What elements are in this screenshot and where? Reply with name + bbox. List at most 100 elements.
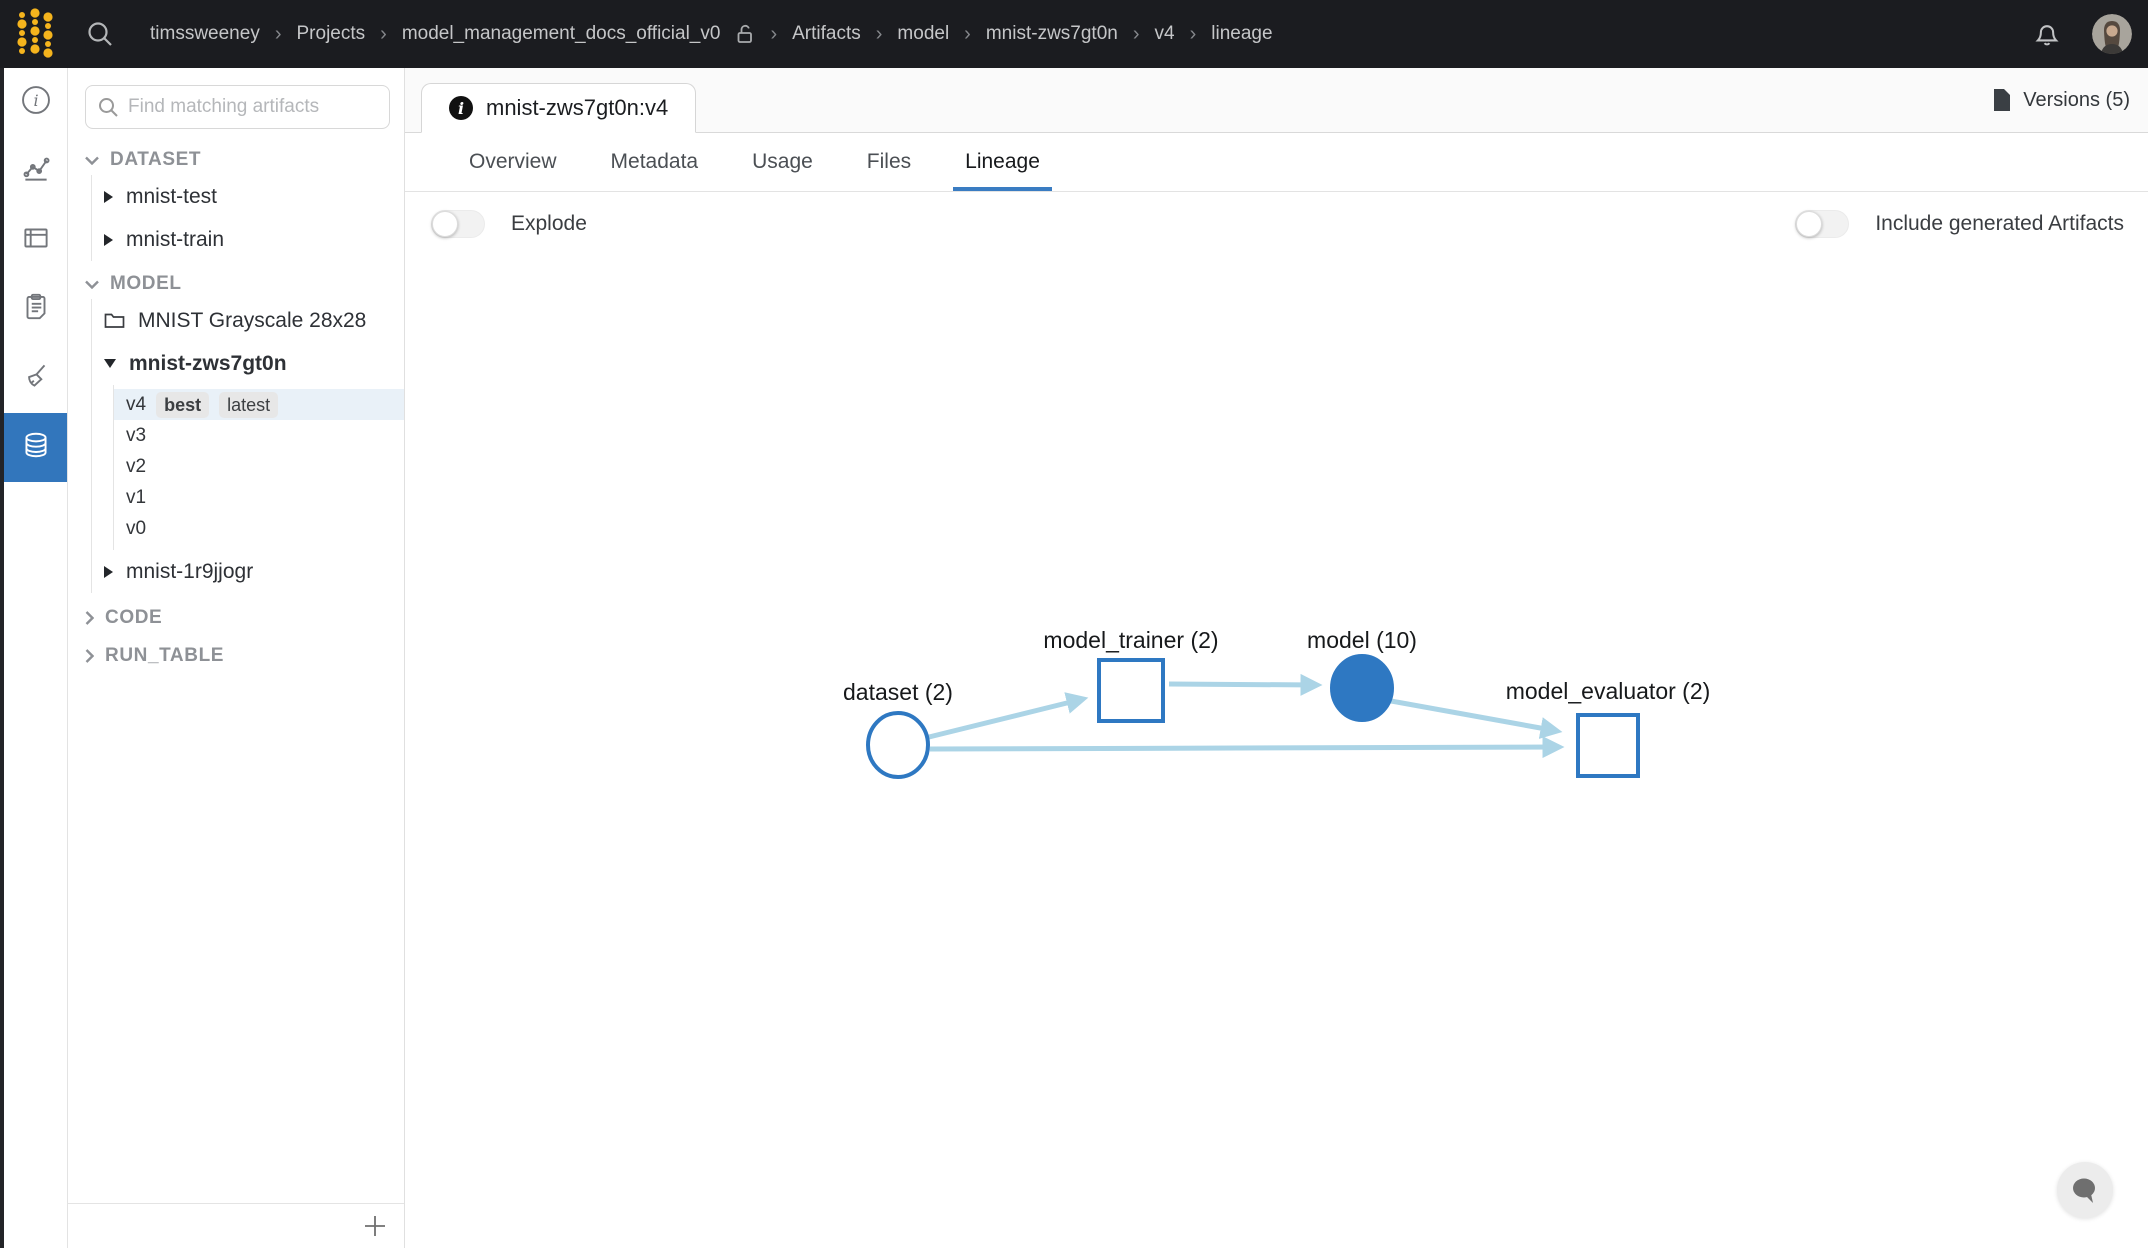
- artifact-version-tab[interactable]: i mnist-zws7gt0n:v4: [421, 83, 696, 133]
- tree-item-mnist-test[interactable]: mnist-test: [92, 175, 404, 218]
- database-icon: [19, 428, 53, 467]
- breadcrumb-separator-icon: ›: [964, 23, 971, 46]
- chevron-right-icon: [85, 649, 94, 663]
- broom-icon: [19, 359, 53, 398]
- tree-item-mnist-grayscale[interactable]: MNIST Grayscale 28x28: [92, 299, 404, 342]
- tab-lineage[interactable]: Lineage: [953, 133, 1052, 191]
- edge-trainer-to-model: [1169, 684, 1317, 685]
- version-row-v0[interactable]: v0: [114, 513, 404, 544]
- node-model[interactable]: [1332, 656, 1392, 720]
- node-model-trainer[interactable]: [1099, 660, 1163, 721]
- tab-label: Overview: [469, 150, 557, 174]
- version-row-v4[interactable]: v4 best latest: [114, 389, 404, 420]
- badge-best: best: [156, 392, 209, 418]
- version-list: v4 best latest v3 v2 v1: [113, 385, 404, 550]
- toggle-knob: [1796, 211, 1822, 237]
- breadcrumb-artifacts[interactable]: Artifacts: [792, 23, 861, 45]
- badge-latest: latest: [219, 392, 278, 418]
- tree-item-mnist-train[interactable]: mnist-train: [92, 218, 404, 261]
- tab-overview[interactable]: Overview: [457, 133, 569, 191]
- rail-item-artifacts[interactable]: [4, 413, 67, 482]
- wandb-logo-icon[interactable]: [14, 6, 56, 63]
- include-generated-toggle[interactable]: [1795, 210, 1849, 238]
- rail-item-sweeps[interactable]: [4, 344, 67, 413]
- tree-section-label: RUN_TABLE: [105, 645, 224, 667]
- tab-files[interactable]: Files: [855, 133, 923, 191]
- breadcrumb-projects[interactable]: Projects: [297, 23, 366, 45]
- chat-bubble-icon: [2070, 1175, 2100, 1205]
- tree-item-label: mnist-test: [126, 185, 217, 209]
- rail-item-tables[interactable]: [4, 206, 67, 275]
- tab-usage[interactable]: Usage: [740, 133, 825, 191]
- svg-text:i: i: [33, 91, 38, 110]
- rail-item-charts[interactable]: [4, 137, 67, 206]
- explode-toggle-row: Explode: [431, 210, 587, 238]
- edge-dataset-to-evaluator: [930, 747, 1559, 749]
- tree-section-model[interactable]: MODEL: [68, 269, 404, 299]
- artifact-search-input[interactable]: [126, 95, 379, 119]
- add-artifact-button[interactable]: [362, 1213, 388, 1239]
- artifact-tree: DATASET mnist-test mnist-train MODEL: [68, 137, 404, 671]
- tab-metadata[interactable]: Metadata: [599, 133, 711, 191]
- lineage-graph: dataset (2) model_trainer (2) model (10)…: [829, 608, 1769, 823]
- tree-section-code[interactable]: CODE: [68, 603, 404, 633]
- user-avatar[interactable]: [2092, 14, 2132, 54]
- version-row-v3[interactable]: v3: [114, 420, 404, 451]
- page-body: i: [0, 68, 2148, 1248]
- tree-item-label: mnist-train: [126, 228, 224, 252]
- info-icon: i: [19, 83, 53, 122]
- tree-item-mnist-zws7gt0n[interactable]: mnist-zws7gt0n: [92, 342, 404, 385]
- breadcrumb-entity[interactable]: timssweeney: [150, 23, 260, 45]
- breadcrumb: timssweeney › Projects › model_managemen…: [150, 23, 1273, 46]
- versions-button[interactable]: Versions (5): [1992, 88, 2130, 112]
- breadcrumb-artifact-name[interactable]: mnist-zws7gt0n: [986, 23, 1118, 45]
- help-chat-button[interactable]: [2057, 1162, 2113, 1218]
- chevron-down-icon: [85, 280, 99, 289]
- node-label-model: model (10): [1307, 627, 1417, 653]
- explode-toggle[interactable]: [431, 210, 485, 238]
- breadcrumb-lineage[interactable]: lineage: [1211, 23, 1272, 45]
- table-icon: [19, 221, 53, 260]
- artifact-tab-strip: i mnist-zws7gt0n:v4 Versions (5): [405, 68, 2148, 133]
- global-search-icon[interactable]: [84, 18, 116, 50]
- tree-section-run-table[interactable]: RUN_TABLE: [68, 641, 404, 671]
- caret-down-icon: [104, 359, 116, 368]
- version-row-v2[interactable]: v2: [114, 451, 404, 482]
- clipboard-icon: [19, 290, 53, 329]
- search-icon: [96, 95, 120, 119]
- node-label-dataset: dataset (2): [843, 679, 953, 705]
- artifact-search-box[interactable]: [85, 85, 390, 129]
- chevron-right-icon: [85, 611, 94, 625]
- tree-item-label: mnist-zws7gt0n: [129, 352, 287, 376]
- notifications-bell-icon[interactable]: [2032, 19, 2062, 49]
- tree-section-dataset[interactable]: DATASET: [68, 145, 404, 175]
- toggle-knob: [432, 211, 458, 237]
- node-dataset[interactable]: [868, 713, 928, 777]
- breadcrumb-project[interactable]: model_management_docs_official_v0: [402, 23, 721, 45]
- lineage-content: Explode Include generated Artifacts: [405, 192, 2148, 1248]
- rail-item-overview[interactable]: i: [4, 68, 67, 137]
- tab-label: Usage: [752, 150, 813, 174]
- version-label: v4: [126, 394, 146, 416]
- breadcrumb-version[interactable]: v4: [1155, 23, 1175, 45]
- edge-model-to-evaluator: [1391, 701, 1557, 731]
- caret-right-icon: [104, 566, 113, 578]
- rail-item-reports[interactable]: [4, 275, 67, 344]
- tree-item-mnist-1r9jjogr[interactable]: mnist-1r9jjogr: [92, 550, 404, 593]
- panel-footer: [68, 1203, 404, 1248]
- top-navbar: timssweeney › Projects › model_managemen…: [0, 0, 2148, 68]
- version-label: v2: [126, 456, 146, 478]
- navbar-right-group: [2032, 14, 2132, 54]
- tree-section-label: CODE: [105, 607, 162, 629]
- version-row-v1[interactable]: v1: [114, 482, 404, 513]
- tab-label: Lineage: [965, 150, 1040, 174]
- tree-item-label: MNIST Grayscale 28x28: [138, 309, 366, 333]
- breadcrumb-separator-icon: ›: [275, 23, 282, 46]
- node-model-evaluator[interactable]: [1578, 715, 1638, 776]
- breadcrumb-artifact-type[interactable]: model: [897, 23, 949, 45]
- explode-toggle-label: Explode: [511, 212, 587, 236]
- caret-right-icon: [104, 191, 113, 203]
- open-lock-icon: [735, 23, 755, 45]
- tree-section-label: MODEL: [110, 273, 182, 295]
- node-label-model-trainer: model_trainer (2): [1043, 627, 1218, 653]
